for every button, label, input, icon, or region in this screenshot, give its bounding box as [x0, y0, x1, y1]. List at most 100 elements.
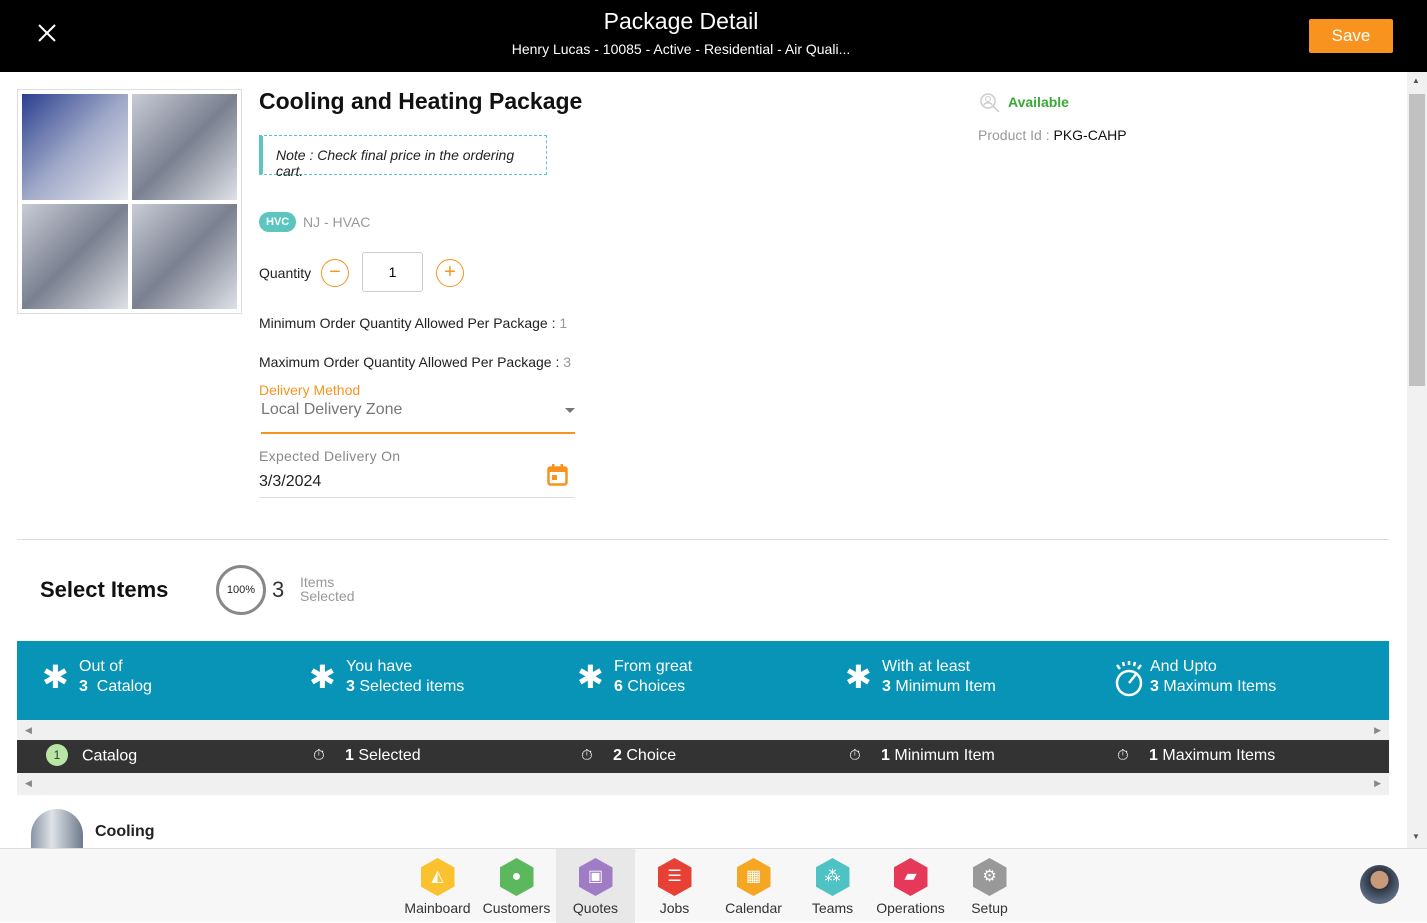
page-title: Package Detail — [603, 8, 759, 34]
summary-text: Choices — [627, 678, 686, 695]
summary-minimum: ✱ With at least 3 Minimum Item — [845, 657, 996, 697]
increase-quantity-button[interactable]: + — [436, 259, 464, 287]
nav-label: Customers — [482, 900, 551, 916]
package-summary-banner: ✱ Out of 3 Catalog ✱ You have 3 Selected ite… — [17, 641, 1389, 720]
timer-icon — [1115, 661, 1143, 697]
product-id: Product Id : PKG-CAHP — [978, 127, 1127, 143]
timer-icon: ⏱ — [581, 747, 593, 764]
chevron-down-icon — [565, 408, 575, 418]
summary-text: Catalog — [96, 678, 152, 695]
summary-line: With at least — [882, 658, 971, 675]
summary-maximum: And Upto 3 Maximum Items — [1113, 657, 1276, 697]
summary-text: Minimum Item — [895, 678, 996, 695]
cell-text: Choice — [626, 747, 677, 764]
cell-number: 2 — [613, 747, 622, 764]
scroll-up-arrow[interactable]: ▲ — [1412, 76, 1420, 85]
summary-line: You have — [346, 658, 413, 675]
max-order-value: 3 — [563, 354, 572, 370]
delivery-method-select[interactable]: Local Delivery Zone — [261, 401, 575, 434]
quantity-label: Quantity — [259, 265, 312, 281]
briefcase-icon: ▰ — [893, 858, 928, 896]
catalog-index: 1 — [46, 744, 68, 766]
asterisk-icon: ✱ — [577, 659, 604, 695]
list-icon: ☰ — [657, 858, 692, 896]
nav-customers[interactable]: ● Customers — [477, 849, 556, 923]
summary-line: And Upto — [1150, 658, 1217, 675]
scroll-down-arrow[interactable]: ▼ — [1412, 832, 1420, 841]
summary-number: 3 — [1150, 678, 1159, 695]
top-bar: Package Detail Henry Lucas - 10085 - Act… — [0, 0, 1427, 72]
nav-jobs[interactable]: ☰ Jobs — [635, 849, 714, 923]
timer-icon: ⏱ — [313, 747, 325, 764]
page-subtitle: Henry Lucas - 10085 - Active - Residenti… — [511, 41, 851, 57]
items-selected-label: Items Selected — [300, 575, 354, 603]
selected-label: Selected — [300, 588, 355, 604]
summary-catalog: ✱ Out of 3 Catalog — [42, 657, 152, 697]
nav-quotes[interactable]: ▣ Quotes — [556, 849, 635, 923]
timer-icon: ⏱ — [849, 747, 861, 764]
bottom-nav: ◭ Mainboard ● Customers ▣ Quotes ☰ Jobs ▦ Cal… — [0, 848, 1427, 923]
cell-number: 1 — [881, 747, 890, 764]
min-order-value: 1 — [559, 315, 568, 331]
nav-teams[interactable]: ⁂ Teams — [793, 849, 872, 923]
min-order-label: Minimum Order Quantity Allowed Per Packa… — [259, 315, 556, 331]
expected-delivery-input[interactable]: 3/3/2024 — [259, 473, 575, 498]
save-button[interactable]: Save — [1309, 19, 1393, 53]
catalog-row[interactable]: 1 Catalog ⏱ 1 Selected ⏱ 2 Choice ⏱ 1 Minimu… — [17, 740, 1389, 773]
asterisk-icon: ✱ — [309, 659, 336, 695]
decrease-quantity-button[interactable]: − — [321, 259, 349, 287]
nav-label: Quotes — [572, 900, 619, 916]
availability-search-icon — [980, 93, 1000, 113]
summary-number: 3 — [882, 678, 891, 695]
cooling-image — [31, 809, 83, 848]
divider — [17, 539, 1389, 540]
horizontal-scrollbar[interactable]: ◀ ▶ — [17, 720, 1389, 742]
avatar[interactable] — [1360, 865, 1399, 904]
min-order-quantity: Minimum Order Quantity Allowed Per Packa… — [259, 315, 567, 331]
nav-mainboard[interactable]: ◭ Mainboard — [398, 849, 477, 923]
nav-label: Mainboard — [404, 900, 471, 916]
nav-label: Teams — [811, 900, 854, 916]
summary-text: Selected items — [359, 678, 465, 695]
package-content: Cooling and Heating Package Note : Check… — [0, 72, 1407, 848]
quotes-icon: ▣ — [578, 858, 613, 896]
expected-delivery-label: Expected Delivery On — [259, 448, 401, 464]
delivery-method-label: Delivery Method — [259, 382, 361, 398]
nav-setup[interactable]: ⚙ Setup — [950, 849, 1029, 923]
scrollbar-thumb[interactable] — [1409, 94, 1425, 386]
product-id-label: Product Id : — [978, 127, 1050, 143]
summary-selected: ✱ You have 3 Selected items — [309, 657, 464, 697]
gear-icon: ⚙ — [972, 858, 1007, 896]
catalog-maximum-cell: ⏱ 1 Maximum Items — [1117, 747, 1275, 765]
summary-number: 6 — [614, 678, 623, 695]
nav-calendar[interactable]: ▦ Calendar — [714, 849, 793, 923]
nav-label: Setup — [971, 900, 1008, 916]
product-image — [17, 89, 242, 314]
cell-text: Maximum Items — [1162, 747, 1276, 764]
asterisk-icon: ✱ — [42, 659, 69, 695]
quantity-input[interactable] — [362, 252, 423, 292]
mainboard-icon: ◭ — [420, 858, 455, 896]
catalog-name-cell: 1 Catalog — [46, 744, 137, 766]
summary-line: Out of — [79, 658, 123, 675]
timer-icon: ⏱ — [1117, 747, 1129, 764]
catalog-choice-cell: ⏱ 2 Choice — [581, 747, 676, 765]
availability-status: Available — [1008, 94, 1069, 110]
calendar-icon[interactable] — [547, 464, 568, 486]
summary-choices: ✱ From great 6 Choices — [577, 657, 692, 697]
product-title: Cooling and Heating Package — [259, 88, 583, 114]
calendar-icon: ▦ — [736, 858, 771, 896]
catalog-minimum-cell: ⏱ 1 Minimum Item — [849, 747, 995, 765]
nav-label: Jobs — [659, 900, 690, 916]
summary-number: 3 — [79, 678, 88, 695]
select-items-title: Select Items — [40, 577, 169, 602]
delivery-method-value: Local Delivery Zone — [261, 401, 403, 418]
catalog-item-name[interactable]: Cooling — [95, 823, 155, 841]
customer-icon: ● — [499, 858, 534, 896]
selected-count: 3 — [272, 577, 285, 602]
horizontal-scrollbar[interactable]: ◀ ▶ — [17, 773, 1389, 795]
price-note: Note : Check final price in the ordering… — [259, 135, 547, 179]
selection-progress-ring: 100% — [216, 565, 266, 615]
nav-operations[interactable]: ▰ Operations — [871, 849, 950, 923]
max-order-label: Maximum Order Quantity Allowed Per Packa… — [259, 354, 560, 370]
